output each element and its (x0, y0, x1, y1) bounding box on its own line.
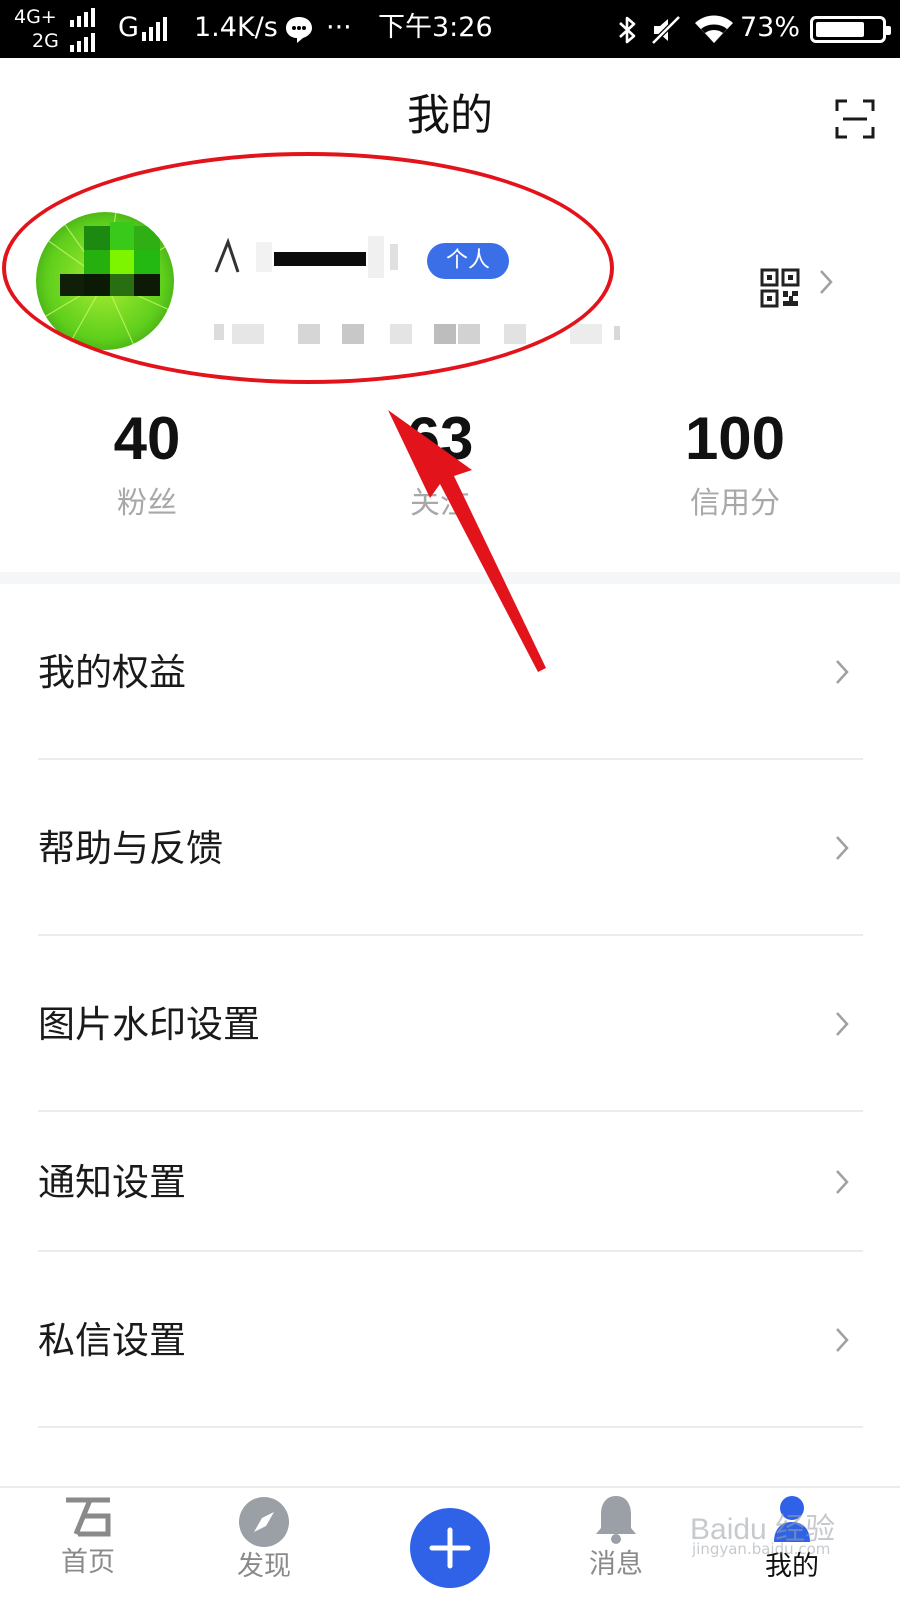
stat-value: 40 (113, 405, 181, 472)
bluetooth-icon (619, 16, 636, 44)
menu-item-label: 私信设置 (38, 1319, 186, 1362)
plus-icon (429, 1527, 471, 1569)
status-bar: 4G+ 2G G 1.4K/s ··· 下午3:26 73% (0, 0, 900, 58)
chevron-right-icon (836, 836, 849, 860)
tab-label: 首页 (61, 1547, 115, 1578)
stat-followers[interactable]: 40 粉丝 (47, 402, 247, 524)
network-4g-label: 4G+ (14, 6, 57, 28)
qr-code-icon[interactable] (760, 268, 800, 308)
annotation-ellipse (2, 152, 614, 384)
tab-discover[interactable]: 发现 (204, 1488, 324, 1600)
clock: 下午3:26 (378, 12, 493, 43)
annotation-arrow (388, 410, 546, 672)
menu-item-watermark-settings[interactable]: 图片水印设置 (0, 936, 900, 1112)
menu-item-notification-settings[interactable]: 通知设置 (0, 1112, 900, 1252)
chevron-right-icon[interactable] (818, 268, 834, 296)
watermark-url: jingyan.baidu.com (692, 1540, 831, 1558)
tab-messages[interactable]: 消息 (556, 1488, 676, 1600)
network-g-label: G (118, 12, 139, 43)
menu-item-label: 帮助与反馈 (38, 827, 223, 870)
menu-item-label: 通知设置 (38, 1161, 186, 1204)
tab-home[interactable]: 首页 (28, 1488, 148, 1600)
stat-credit-score[interactable]: 100 信用分 (635, 402, 835, 524)
chevron-right-icon (836, 1328, 849, 1352)
chevron-right-icon (836, 1012, 849, 1036)
menu-item-message-settings[interactable]: 私信设置 (0, 1252, 900, 1428)
bell-icon (596, 1496, 636, 1544)
menu-item-help-feedback[interactable]: 帮助与反馈 (0, 760, 900, 936)
stat-label: 粉丝 (117, 486, 177, 521)
compass-icon (239, 1497, 289, 1547)
chevron-right-icon (836, 1170, 849, 1194)
signal-g-icon (142, 17, 167, 41)
battery-icon (810, 16, 891, 43)
signal-2g-icon (70, 32, 95, 52)
row-divider (38, 1426, 863, 1428)
menu-item-label: 我的权益 (38, 651, 186, 694)
tab-label: 消息 (589, 1549, 643, 1580)
signal-4g-icon (70, 7, 95, 27)
chevron-right-icon (836, 660, 849, 684)
battery-percent: 73% (740, 12, 801, 43)
chat-bubble-icon (286, 17, 312, 43)
mute-icon (651, 15, 681, 45)
stat-label: 信用分 (690, 486, 780, 521)
net-speed: 1.4K/s (194, 12, 278, 43)
menu-item-label: 图片水印设置 (38, 1003, 260, 1046)
tab-label: 发现 (237, 1551, 291, 1582)
stat-value: 100 (684, 405, 786, 472)
home-icon (66, 1497, 111, 1537)
create-post-button[interactable] (410, 1508, 490, 1588)
page-title: 我的 (407, 91, 493, 141)
wifi-icon (695, 15, 733, 43)
network-2g-label: 2G (32, 30, 59, 52)
baidu-watermark: Baidu 经验 jingyan.baidu.com (690, 1504, 880, 1564)
more-notifications: ··· (326, 12, 352, 43)
network-indicator: 4G+ 2G (12, 6, 112, 54)
scan-frame-icon[interactable] (835, 99, 875, 139)
